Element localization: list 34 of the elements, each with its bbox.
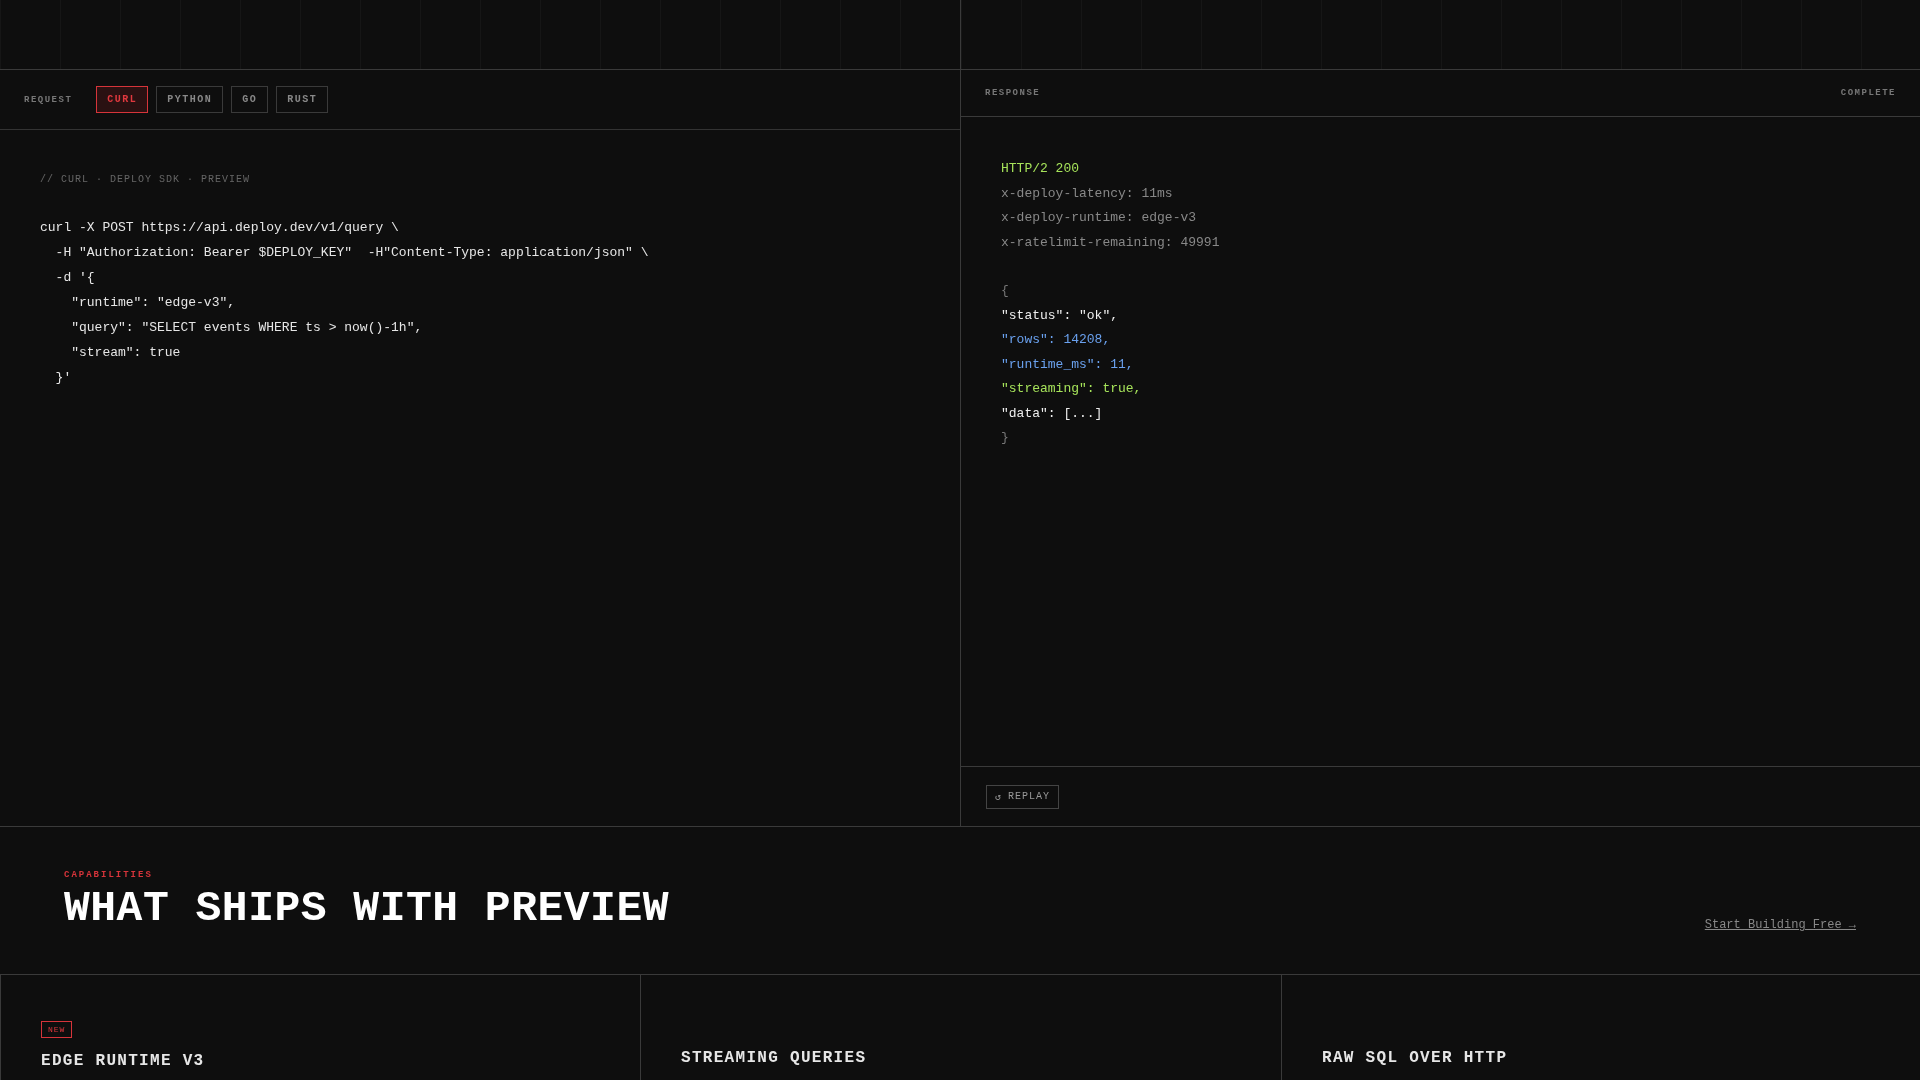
response-line: "runtime_ms": 11, <box>1001 355 1135 374</box>
card-title: RAW SQL OVER HTTP <box>1322 1049 1509 1067</box>
response-line: "data": [...] <box>1001 404 1104 423</box>
section-title: WHAT SHIPS WITH PREVIEW <box>64 884 669 933</box>
start-link[interactable]: Start Building Free → <box>1704 918 1856 932</box>
code-line: -d '{ <box>54 269 96 287</box>
status-label: COMPLETE <box>1840 88 1896 98</box>
language-tab[interactable]: CURL <box>96 86 149 113</box>
language-tab[interactable]: RUST <box>276 86 329 113</box>
code-line: "query": "SELECT events WHERE ts > now()-1h", <box>70 319 424 337</box>
code-line: curl -X POST https://api.deploy.dev/v1/query \ <box>40 219 400 237</box>
card-title: STREAMING QUERIES <box>681 1049 868 1067</box>
code-line: -H "Authorization: Bearer $DEPLOY_KEY" -H"Content-Type: application/json" \ <box>54 244 650 262</box>
section-eyebrow: CAPABILITIES <box>64 870 154 880</box>
new-badge: NEW <box>41 1021 73 1038</box>
code-line: "stream": true <box>70 344 182 362</box>
response-line: "streaming": true, <box>1001 380 1143 398</box>
code-comment: // CURL · DEPLOY SDK · PREVIEW <box>40 174 252 185</box>
response-line: x-deploy-runtime: edge-v3 <box>1001 209 1198 227</box>
response-line: HTTP/2 200 <box>1001 160 1080 178</box>
code-line: }' <box>54 369 73 387</box>
response-line: } <box>1001 429 1010 447</box>
language-tab[interactable]: GO <box>231 86 269 113</box>
response-line: "rows": 14208, <box>1001 331 1112 349</box>
response-line: "status": "ok", <box>1001 306 1120 325</box>
panel-label: RESPONSE <box>985 88 1041 98</box>
panel-label: REQUEST <box>24 94 73 105</box>
response-line: x-ratelimit-remaining: 49991 <box>1001 233 1221 252</box>
language-tab[interactable]: PYTHON <box>156 86 224 113</box>
replay-button[interactable]: ↺ REPLAY <box>986 784 1060 809</box>
response-line: { <box>1001 282 1010 300</box>
response-line: x-deploy-latency: 11ms <box>1001 184 1174 203</box>
card-title: EDGE RUNTIME V3 <box>41 1052 206 1070</box>
code-line: "runtime": "edge-v3", <box>70 294 237 312</box>
